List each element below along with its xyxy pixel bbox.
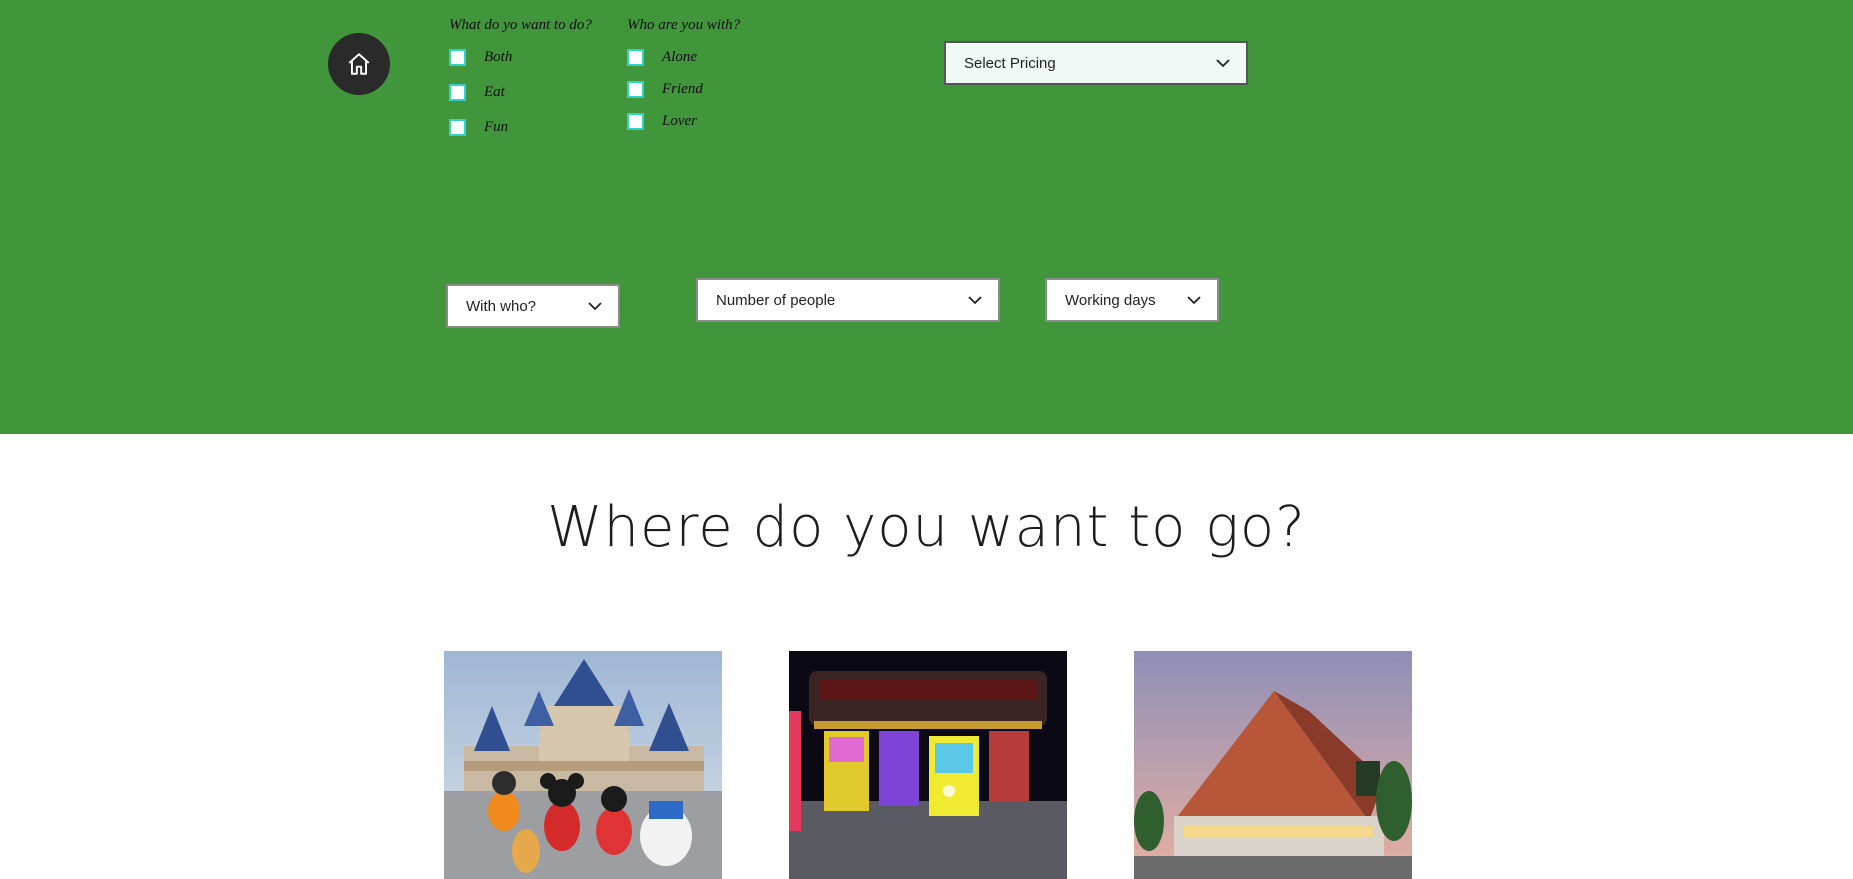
chevron-down-icon bbox=[1187, 295, 1201, 304]
destination-card-castle[interactable] bbox=[444, 651, 722, 879]
checkbox-alone[interactable]: Alone bbox=[627, 49, 697, 66]
checkbox-label: Eat bbox=[484, 84, 505, 100]
what-to-do-title: What do yo want to do? bbox=[449, 17, 592, 33]
checkbox-lover[interactable]: Lover bbox=[627, 113, 697, 130]
home-icon bbox=[348, 53, 370, 75]
pricing-select[interactable]: Select Pricing bbox=[944, 41, 1248, 85]
chevron-down-icon bbox=[968, 295, 982, 304]
working-days-select-value: Working days bbox=[1065, 291, 1156, 309]
chevron-down-icon bbox=[1216, 58, 1230, 67]
chevron-down-icon bbox=[588, 301, 602, 310]
checkbox-friend[interactable]: Friend bbox=[627, 81, 703, 98]
destination-card-mall[interactable] bbox=[1134, 651, 1412, 879]
checkbox-box[interactable] bbox=[449, 119, 466, 136]
checkbox-box[interactable] bbox=[449, 84, 466, 101]
checkbox-label: Both bbox=[484, 49, 513, 65]
number-of-people-select-value: Number of people bbox=[716, 291, 836, 309]
filter-hero-section: What do yo want to do? Both Eat Fun Who … bbox=[0, 0, 1853, 434]
who-with-title: Who are you with? bbox=[627, 17, 741, 33]
checkbox-box[interactable] bbox=[627, 113, 644, 130]
mall-image bbox=[1134, 651, 1412, 879]
with-who-select-value: With who? bbox=[466, 297, 537, 315]
checkbox-box[interactable] bbox=[627, 81, 644, 98]
home-button[interactable] bbox=[328, 33, 390, 95]
checkbox-label: Friend bbox=[662, 81, 703, 97]
with-who-select[interactable]: With who? bbox=[446, 284, 620, 328]
arcade-image bbox=[789, 651, 1067, 879]
castle-image bbox=[444, 651, 722, 879]
checkbox-eat[interactable]: Eat bbox=[449, 84, 505, 101]
destination-card-arcade[interactable] bbox=[789, 651, 1067, 879]
checkbox-fun[interactable]: Fun bbox=[449, 119, 508, 136]
number-of-people-select[interactable]: Number of people bbox=[696, 278, 1000, 322]
working-days-select[interactable]: Working days bbox=[1045, 278, 1219, 322]
checkbox-label: Alone bbox=[662, 49, 697, 65]
pricing-select-value: Select Pricing bbox=[964, 54, 1056, 72]
checkbox-label: Lover bbox=[662, 113, 697, 129]
checkbox-label: Fun bbox=[484, 119, 509, 135]
section-heading: Where do you want to go? bbox=[547, 495, 1306, 560]
checkbox-both[interactable]: Both bbox=[449, 49, 512, 66]
checkbox-box[interactable] bbox=[449, 49, 466, 66]
checkbox-box[interactable] bbox=[627, 49, 644, 66]
